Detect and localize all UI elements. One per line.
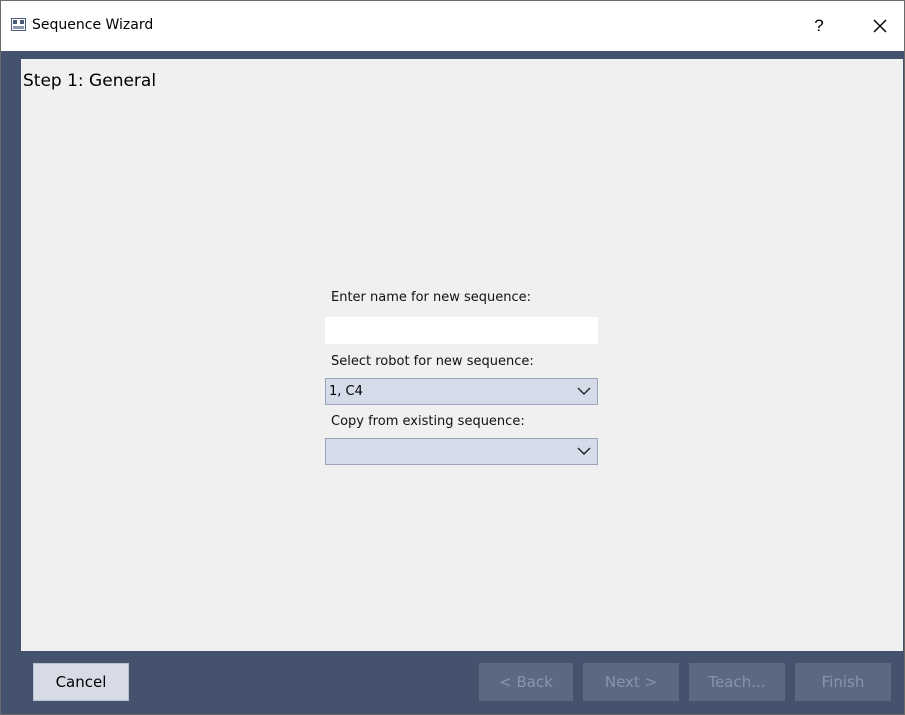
cancel-button[interactable]: Cancel bbox=[33, 663, 129, 701]
copy-sequence-select[interactable] bbox=[325, 438, 598, 465]
back-button[interactable]: < Back bbox=[479, 663, 573, 701]
close-icon bbox=[873, 19, 887, 33]
chevron-down-icon bbox=[577, 387, 591, 395]
button-bar: Cancel < Back Next > Teach... Finish bbox=[1, 653, 904, 714]
next-button[interactable]: Next > bbox=[583, 663, 679, 701]
teach-button[interactable]: Teach... bbox=[689, 663, 785, 701]
name-label: Enter name for new sequence: bbox=[331, 290, 532, 305]
robot-label: Select robot for new sequence: bbox=[331, 354, 534, 369]
title-bar[interactable]: Sequence Wizard ? bbox=[1, 1, 904, 51]
robot-select[interactable]: 1, C4 bbox=[325, 378, 598, 405]
help-button[interactable]: ? bbox=[801, 9, 837, 43]
chevron-down-icon bbox=[577, 447, 591, 455]
close-button[interactable] bbox=[861, 9, 899, 43]
step-title: Step 1: General bbox=[23, 71, 157, 91]
window-title: Sequence Wizard bbox=[32, 17, 154, 33]
wizard-window: Sequence Wizard ? Step 1: General Enter … bbox=[0, 0, 905, 715]
sequence-name-input[interactable] bbox=[325, 317, 598, 344]
robot-select-value: 1, C4 bbox=[329, 384, 363, 399]
wizard-app-icon bbox=[11, 18, 26, 31]
wizard-content: Step 1: General Enter name for new seque… bbox=[21, 59, 903, 651]
finish-button[interactable]: Finish bbox=[795, 663, 891, 701]
copy-label: Copy from existing sequence: bbox=[331, 414, 525, 429]
sequence-form: Enter name for new sequence: Select robo… bbox=[325, 289, 598, 465]
